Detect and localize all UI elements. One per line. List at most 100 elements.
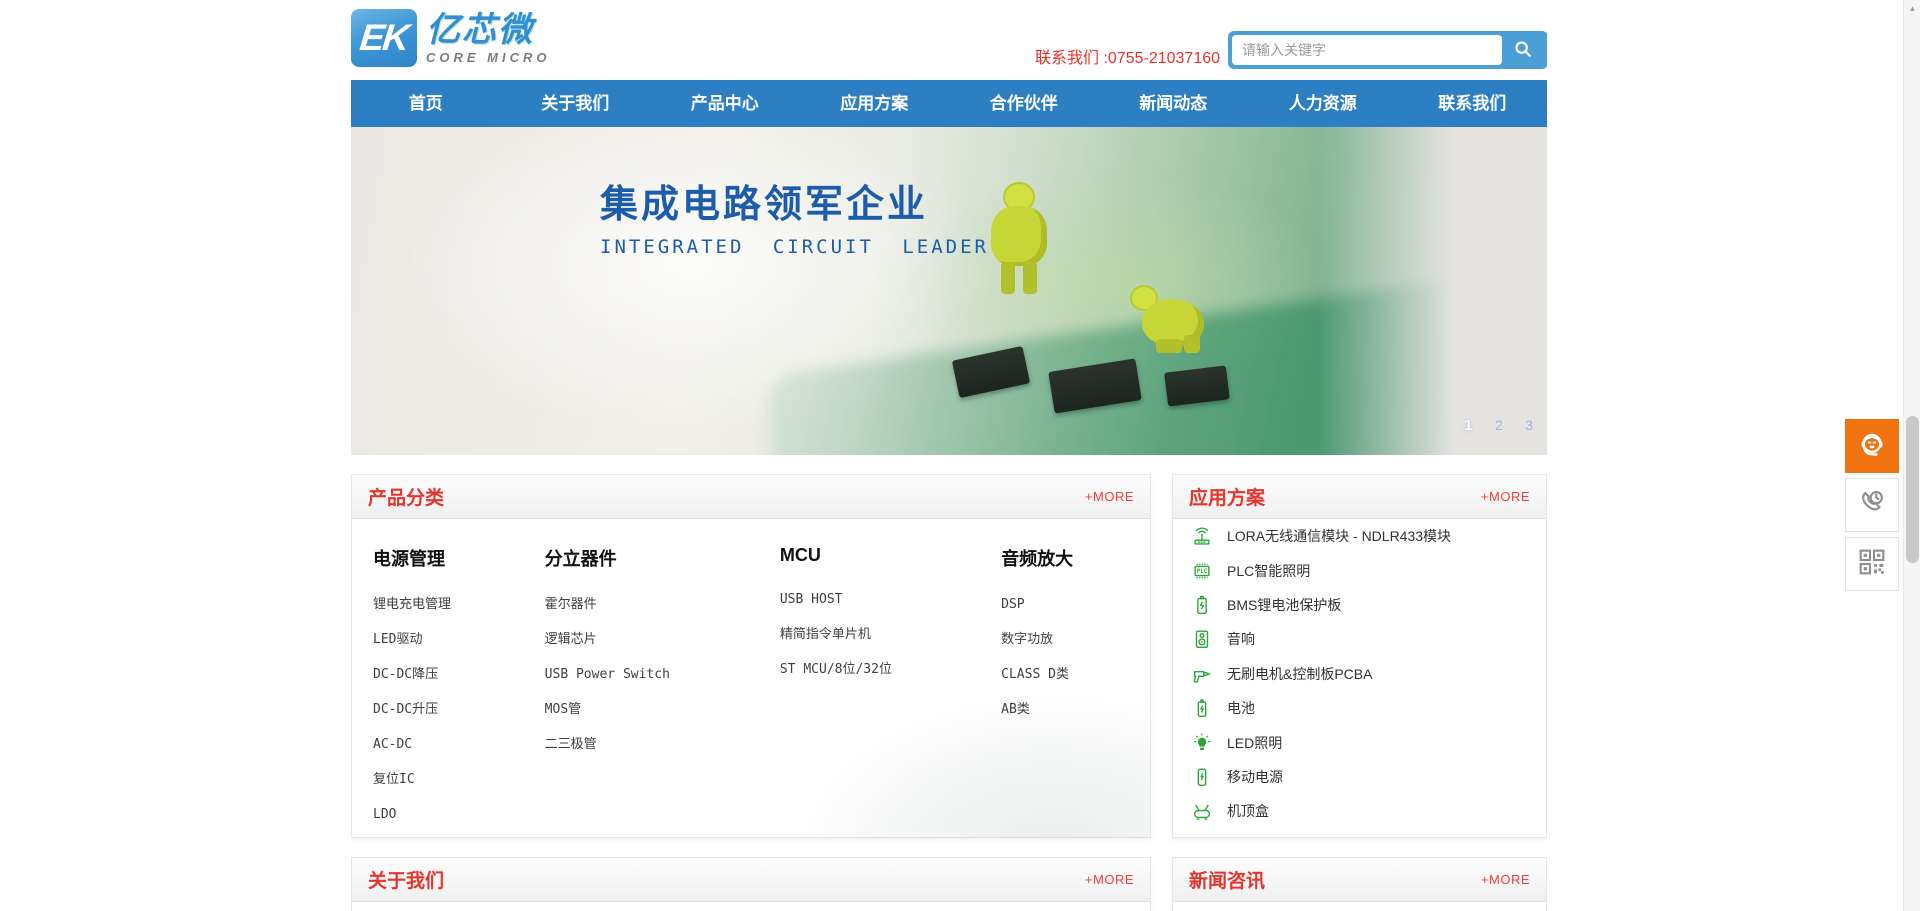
section-title: 关于我们 [368, 866, 444, 893]
product-link[interactable]: 精简指令单片机 [780, 627, 871, 642]
application-item[interactable]: 移动电源 [1191, 760, 1546, 794]
about-panel: 关于我们 +MORE [351, 857, 1151, 911]
carousel-page-2[interactable]: 2 [1495, 417, 1503, 433]
plc-chip-icon: PLC [1191, 560, 1213, 582]
nav-item-contact[interactable]: 联系我们 [1398, 80, 1548, 127]
battery-icon [1191, 594, 1213, 616]
customer-service-button[interactable] [1845, 419, 1899, 473]
product-link[interactable]: 霍尔器件 [545, 597, 597, 612]
product-link[interactable]: DC-DC升压 [373, 702, 438, 717]
application-item[interactable]: PLC PLC智能照明 [1191, 553, 1546, 587]
product-link[interactable]: LDO [373, 807, 396, 822]
product-link[interactable]: LED驱动 [373, 632, 422, 647]
about-more-link[interactable]: +MORE [1085, 872, 1134, 887]
set-top-box-icon [1191, 800, 1213, 822]
phone-hours-icon [1856, 487, 1888, 524]
application-item[interactable]: 机顶盒 [1191, 794, 1546, 828]
product-categories-more-link[interactable]: +MORE [1085, 489, 1134, 504]
hero-subtitle: INTEGRATED CIRCUIT LEADER [600, 236, 989, 258]
application-label: BMS锂电池保护板 [1227, 595, 1341, 615]
application-label: 无刷电机&控制板PCBA [1227, 664, 1372, 684]
product-link[interactable]: AB类 [1001, 702, 1030, 717]
product-link[interactable]: MOS管 [545, 702, 581, 717]
application-item[interactable]: 音响 [1191, 622, 1546, 656]
hero-slogan: 集成电路领军企业 INTEGRATED CIRCUIT LEADER [600, 173, 989, 258]
news-header: 新闻咨讯 +MORE [1173, 858, 1546, 902]
product-column-audio: 音频放大 DSP 数字功放 CLASS D类 AB类 [1001, 545, 1150, 838]
application-item[interactable]: 电池 [1191, 691, 1546, 725]
applications-panel: 应用方案 +MORE [1172, 474, 1547, 838]
application-item[interactable]: BMS锂电池保护板 [1191, 588, 1546, 622]
product-link[interactable]: USB HOST [780, 592, 843, 607]
phone-hours-button[interactable] [1845, 478, 1899, 532]
product-link[interactable]: 数字功放 [1001, 632, 1053, 647]
application-item[interactable]: 无刷电机&控制板PCBA [1191, 657, 1546, 691]
product-link[interactable]: 锂电充电管理 [373, 597, 451, 612]
application-label: LED照明 [1227, 733, 1282, 753]
power-bank-icon [1191, 766, 1213, 788]
product-link[interactable]: CLASS D类 [1001, 667, 1069, 682]
about-header: 关于我们 +MORE [352, 858, 1150, 902]
nav-item-about[interactable]: 关于我们 [501, 80, 651, 127]
page-container: EK 亿芯微 CORE MICRO 联系我们 :0755-21037160 首页… [351, 0, 1547, 911]
product-link[interactable]: AC-DC [373, 737, 412, 752]
product-link[interactable]: USB Power Switch [545, 667, 670, 682]
product-categories-body: 电源管理 锂电充电管理 LED驱动 DC-DC降压 DC-DC升压 AC-DC … [352, 519, 1150, 838]
qr-code-icon [1856, 546, 1888, 583]
product-column-discrete: 分立器件 霍尔器件 逻辑芯片 USB Power Switch MOS管 二三极… [545, 545, 780, 838]
product-column-power: 电源管理 锂电充电管理 LED驱动 DC-DC降压 DC-DC升压 AC-DC … [373, 545, 545, 838]
contact-number: 0755-21037160 [1108, 50, 1220, 67]
hero-photo-decoration [1317, 127, 1547, 455]
product-link[interactable]: 逻辑芯片 [545, 632, 597, 647]
carousel-page-1[interactable]: 1 [1464, 417, 1472, 434]
news-more-link[interactable]: +MORE [1481, 872, 1530, 887]
product-link[interactable]: DC-DC降压 [373, 667, 438, 682]
search-box [1228, 31, 1547, 69]
application-label: 机顶盒 [1227, 801, 1269, 821]
nav-item-news[interactable]: 新闻动态 [1099, 80, 1249, 127]
svg-text:PLC: PLC [1197, 569, 1208, 575]
company-logo[interactable]: EK 亿芯微 CORE MICRO [351, 9, 551, 67]
column-heading: 音频放大 [1001, 545, 1150, 571]
search-input[interactable] [1232, 35, 1502, 65]
header: EK 亿芯微 CORE MICRO 联系我们 :0755-21037160 [351, 0, 1547, 80]
content-row-2: 关于我们 +MORE 新闻咨讯 +MORE [351, 857, 1547, 911]
application-item[interactable]: LED照明 [1191, 725, 1546, 759]
contact-label: 联系我们 : [1035, 50, 1108, 67]
carousel-page-3[interactable]: 3 [1525, 417, 1533, 433]
carousel-pagination: 1 2 3 [1446, 417, 1533, 435]
search-button[interactable] [1502, 35, 1544, 65]
application-item[interactable]: LORA无线通信模块 - NDLR433模块 [1191, 519, 1546, 553]
product-categories-header: 产品分类 +MORE [352, 475, 1150, 519]
floating-toolbar [1845, 419, 1899, 596]
product-link[interactable]: 二三极管 [545, 737, 597, 752]
product-link[interactable]: 复位IC [373, 772, 415, 787]
nav-item-solutions[interactable]: 应用方案 [800, 80, 950, 127]
scrollbar-thumb[interactable] [1906, 416, 1919, 563]
main-nav: 首页 关于我们 产品中心 应用方案 合作伙伴 新闻动态 人力资源 联系我们 [351, 80, 1547, 127]
contact-phone: 联系我们 :0755-21037160 [1035, 44, 1220, 68]
nav-item-products[interactable]: 产品中心 [650, 80, 800, 127]
hero-banner: 集成电路领军企业 INTEGRATED CIRCUIT LEADER 1 2 3 [351, 127, 1547, 455]
application-label: 移动电源 [1227, 767, 1283, 787]
application-label: 电池 [1227, 698, 1255, 718]
section-title: 应用方案 [1189, 483, 1265, 510]
nav-item-hr[interactable]: 人力资源 [1248, 80, 1398, 127]
product-link[interactable]: ST MCU/8位/32位 [780, 662, 892, 677]
product-link[interactable]: DSP [1001, 597, 1024, 612]
logo-badge-text: EK [358, 17, 410, 59]
nav-item-partners[interactable]: 合作伙伴 [949, 80, 1099, 127]
nav-item-home[interactable]: 首页 [351, 80, 501, 127]
product-column-mcu: MCU USB HOST 精简指令单片机 ST MCU/8位/32位 [780, 545, 1001, 838]
applications-body: LORA无线通信模块 - NDLR433模块 PLC [1173, 519, 1546, 838]
applications-more-link[interactable]: +MORE [1481, 489, 1530, 504]
column-heading: 电源管理 [373, 545, 545, 571]
drill-icon [1191, 663, 1213, 685]
column-heading: MCU [780, 545, 1001, 566]
page-scrollbar: ▲ [1903, 0, 1920, 911]
hero-title: 集成电路领军企业 [600, 173, 989, 228]
qr-code-button[interactable] [1845, 537, 1899, 591]
application-label: LORA无线通信模块 - NDLR433模块 [1227, 526, 1451, 546]
content-row-1: 产品分类 +MORE 电源管理 锂电充电管理 LED驱动 DC-DC降压 DC-… [351, 474, 1547, 838]
scrollbar-up-arrow[interactable]: ▲ [1904, 0, 1920, 17]
